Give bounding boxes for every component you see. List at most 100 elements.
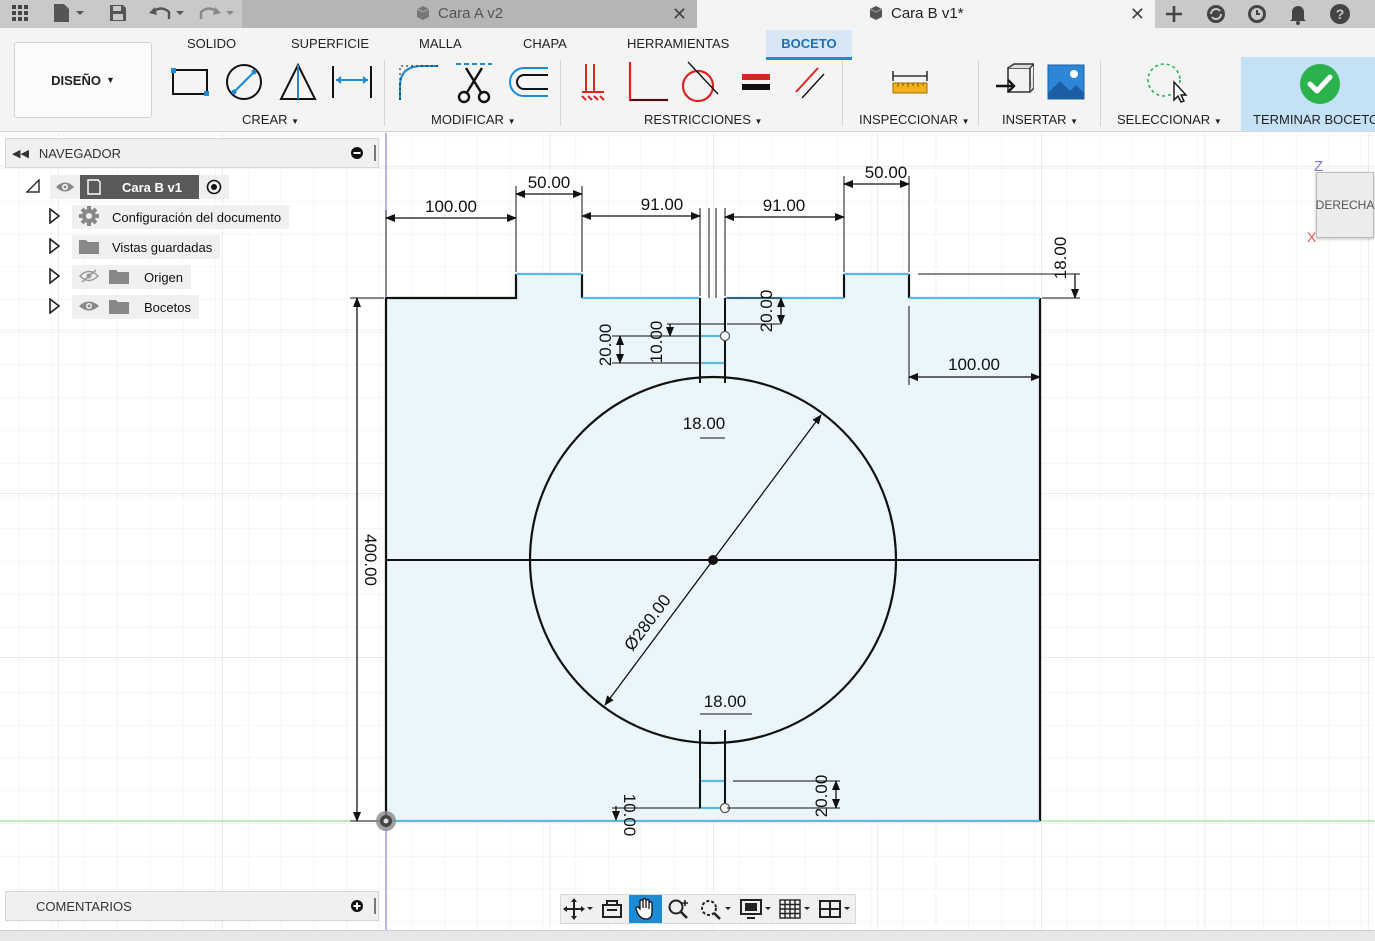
measure-tool-icon[interactable] (888, 60, 932, 104)
insert-canvas-icon[interactable] (1044, 60, 1088, 104)
polygon-tool-icon[interactable] (276, 60, 320, 104)
tab-cara-a[interactable]: Cara A v2 ✕ (242, 0, 697, 28)
browser-item-vistas[interactable]: Vistas guardadas (48, 234, 221, 260)
dimension-20-bottom[interactable]: 20.00 (812, 775, 831, 818)
chevron-down-icon: ▼ (961, 117, 970, 126)
notifications-icon[interactable] (1280, 0, 1316, 28)
dimension-10-bottom[interactable]: 10.00 (620, 794, 639, 837)
tab-herramientas[interactable]: HERRAMIENTAS (627, 36, 729, 51)
dimension-91-right[interactable]: 91.00 (763, 196, 806, 215)
add-comment-icon[interactable] (350, 899, 364, 916)
group-modificar[interactable]: MODIFICAR ▼ (431, 112, 516, 127)
expand-triangle-icon[interactable] (48, 266, 66, 287)
visibility-eye-icon[interactable] (78, 300, 100, 315)
zoom-window-icon[interactable] (696, 895, 736, 923)
tab-cara-b[interactable]: Cara B v1* ✕ (697, 0, 1155, 28)
pan-hand-icon[interactable] (628, 895, 663, 923)
equal-constraint-icon[interactable] (734, 60, 778, 104)
new-tab-icon[interactable] (1156, 0, 1192, 28)
tab-boceto[interactable]: BOCETO (766, 30, 852, 60)
view-cube-face-label: DERECHA (1315, 198, 1375, 212)
browser-item-configuracion[interactable]: Configuración del documento (48, 204, 290, 230)
navigator-header[interactable]: ◀◀ NAVEGADOR (5, 138, 379, 168)
sync-icon[interactable] (1198, 0, 1234, 28)
chevron-down-icon: ▼ (1070, 117, 1079, 126)
visibility-eye-icon[interactable] (50, 175, 80, 199)
fix-constraint-icon[interactable] (572, 60, 616, 104)
expand-triangle-icon[interactable] (48, 236, 66, 257)
display-settings-icon[interactable] (736, 895, 776, 923)
checkmark-icon (1298, 62, 1342, 106)
dimension-100-left[interactable]: 100.00 (425, 197, 477, 216)
collapse-triangle-icon[interactable] (25, 177, 40, 196)
minimize-icon[interactable] (350, 146, 364, 163)
group-crear[interactable]: CREAR ▼ (242, 112, 299, 127)
tab-malla[interactable]: MALLA (419, 36, 462, 51)
panel-handle-icon[interactable] (374, 145, 376, 161)
undo-icon[interactable] (146, 0, 188, 26)
select-tool-icon[interactable] (1144, 60, 1188, 104)
chevron-down-icon: ▼ (754, 117, 763, 126)
look-at-icon[interactable] (595, 895, 629, 923)
browser-root-row[interactable] (25, 174, 40, 200)
zoom-icon[interactable] (662, 895, 696, 923)
history-icon[interactable] (1239, 0, 1275, 28)
activate-radio-icon[interactable] (199, 175, 229, 199)
sketch-profile[interactable] (386, 274, 1040, 821)
dimension-91-left[interactable]: 91.00 (641, 195, 684, 214)
group-restricciones[interactable]: RESTRICCIONES ▼ (644, 112, 762, 127)
dimension-18-bottom-slot[interactable]: 18.00 (704, 692, 747, 711)
comments-panel[interactable]: COMENTARIOS (5, 891, 379, 921)
app-bar: Cara A v2 ✕ Cara B v1* ✕ ? (0, 0, 1375, 28)
grid-settings-icon[interactable] (776, 895, 816, 923)
tab-chapa[interactable]: CHAPA (523, 36, 567, 51)
close-tab-icon[interactable]: ✕ (672, 4, 687, 25)
trim-tool-icon[interactable] (452, 60, 496, 104)
rectangle-tool-icon[interactable] (168, 60, 212, 104)
view-cube[interactable]: DERECHA (1316, 172, 1374, 238)
dimension-100-right[interactable]: 100.00 (948, 355, 1000, 374)
sketch-dimension-tool-icon[interactable] (330, 60, 374, 104)
navigation-bar (560, 894, 856, 924)
dimension-20-top-right[interactable]: 20.00 (757, 290, 776, 333)
browser-item-bocetos[interactable]: Bocetos (48, 294, 199, 320)
perpendicular-constraint-icon[interactable] (626, 60, 670, 104)
dimension-18-top-slot[interactable]: 18.00 (683, 414, 726, 433)
dimension-50-left[interactable]: 50.00 (528, 173, 571, 192)
tab-superficie[interactable]: SUPERFICIE (291, 36, 369, 51)
circle-tool-icon[interactable] (222, 60, 266, 104)
ribbon-toolbar: SOLIDO SUPERFICIE MALLA CHAPA HERRAMIENT… (0, 28, 1375, 132)
fillet-tool-icon[interactable] (396, 60, 440, 104)
hidden-eye-icon[interactable] (78, 268, 100, 286)
tangent-constraint-icon[interactable] (678, 60, 722, 104)
collapse-panel-icon[interactable]: ◀◀ (12, 147, 29, 160)
dimension-400[interactable]: 400.00 (361, 534, 380, 586)
expand-triangle-icon[interactable] (48, 206, 66, 227)
fusion-window: Cara A v2 ✕ Cara B v1* ✕ ? SOLIDO SUPERF… (0, 0, 1375, 941)
group-seleccionar[interactable]: SELECCIONAR ▼ (1117, 112, 1222, 127)
offset-tool-icon[interactable] (506, 60, 550, 104)
group-insertar[interactable]: INSERTAR ▼ (1002, 112, 1078, 127)
browser-item-origen[interactable]: Origen (48, 264, 192, 290)
tab-solido[interactable]: SOLIDO (187, 36, 236, 51)
expand-triangle-icon[interactable] (48, 296, 66, 317)
dimension-18-vertical[interactable]: 18.00 (1051, 237, 1070, 280)
dimension-50-right[interactable]: 50.00 (865, 163, 908, 182)
parallel-constraint-icon[interactable] (788, 60, 832, 104)
save-icon[interactable] (104, 0, 132, 26)
dimension-20-top-left[interactable]: 20.00 (596, 324, 615, 367)
app-grid-icon[interactable] (6, 0, 34, 26)
sketch-point[interactable] (719, 330, 731, 342)
origin-point[interactable] (376, 811, 396, 831)
orbit-icon[interactable] (561, 895, 595, 923)
panel-handle-icon[interactable] (374, 898, 376, 914)
insert-derive-icon[interactable] (992, 60, 1036, 104)
viewports-icon[interactable] (815, 895, 855, 923)
redo-icon[interactable] (196, 0, 238, 26)
close-tab-icon[interactable]: ✕ (1130, 4, 1145, 25)
dimension-10-top[interactable]: 10.00 (647, 321, 666, 364)
file-menu-icon[interactable] (48, 0, 88, 26)
group-inspeccionar[interactable]: INSPECCIONAR ▼ (859, 112, 970, 127)
help-icon[interactable]: ? (1322, 0, 1358, 28)
workspace-selector[interactable]: DISEÑO ▼ (14, 42, 152, 118)
